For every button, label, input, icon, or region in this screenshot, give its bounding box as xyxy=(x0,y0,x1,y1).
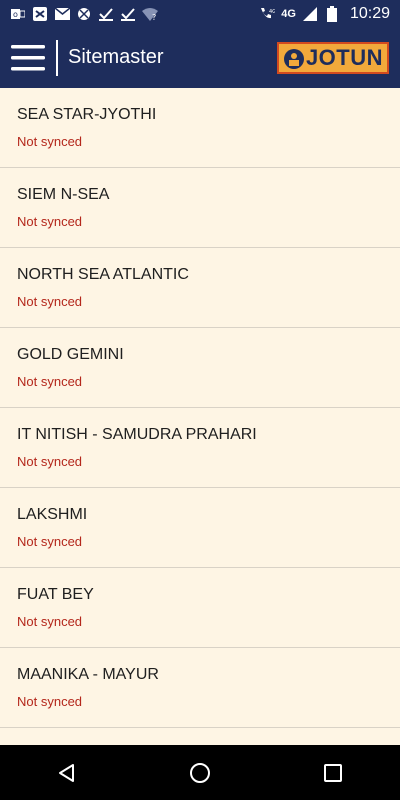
item-name: MAANIKA - MAYUR xyxy=(17,666,159,683)
list-item[interactable]: FUAT BEY Not synced xyxy=(0,568,400,648)
svg-text:?: ? xyxy=(152,13,156,21)
list-item[interactable]: MAANIKA - MAYUR Not synced xyxy=(0,648,400,728)
sync-status: Not synced xyxy=(17,214,83,229)
home-icon xyxy=(189,762,210,783)
notification-icons: o ? xyxy=(10,6,158,22)
shuffle-icon xyxy=(32,6,48,22)
system-nav-bar xyxy=(0,745,400,800)
sync-status: Not synced xyxy=(17,694,83,709)
sync-status: Not synced xyxy=(17,614,83,629)
list-item[interactable]: IT NITISH - SAMUDRA PRAHARI Not synced xyxy=(0,408,400,488)
recents-icon xyxy=(324,763,343,782)
svg-text:4G: 4G xyxy=(269,9,275,15)
site-list: SEA STAR-JYOTHI Not synced SIEM N-SEA No… xyxy=(0,88,400,745)
outlook-icon: o xyxy=(10,6,26,22)
hamburger-icon xyxy=(11,44,45,70)
volte-call-icon: 4G xyxy=(259,6,275,22)
list-item[interactable]: GOLD GEMINI Not synced xyxy=(0,328,400,408)
wifi-question-icon: ? xyxy=(142,6,158,22)
logo-text: JOTUN xyxy=(305,44,383,70)
title-divider xyxy=(56,39,58,76)
page-title: Sitemaster xyxy=(68,46,164,68)
sync-status: Not synced xyxy=(17,534,83,549)
item-name: LAKSHMI xyxy=(17,506,88,523)
signal-icon xyxy=(302,6,318,22)
sync-status: Not synced xyxy=(17,374,83,389)
app-icon xyxy=(76,6,92,22)
menu-button[interactable] xyxy=(0,27,56,88)
list-item[interactable]: NORTH SEA ATLANTIC Not synced xyxy=(0,248,400,328)
back-button[interactable] xyxy=(37,745,97,800)
app-bar: Sitemaster JOTUN xyxy=(0,27,400,88)
jotun-mark-icon xyxy=(284,48,304,69)
list-item[interactable]: SEA STAR-JYOTHI Not synced xyxy=(0,88,400,168)
mail-icon xyxy=(54,6,70,22)
network-label: 4G xyxy=(281,7,296,20)
sync-status: Not synced xyxy=(17,134,83,149)
check-icon xyxy=(120,6,136,22)
jotun-logo: JOTUN xyxy=(277,41,389,74)
status-bar: o ? 4G 4G 10:29 xyxy=(0,0,400,27)
sync-status: Not synced xyxy=(17,294,83,309)
battery-icon xyxy=(324,5,340,22)
list-item[interactable]: LAKSHMI Not synced xyxy=(0,488,400,568)
clock: 10:29 xyxy=(349,4,390,22)
system-icons: 4G 4G 10:29 xyxy=(259,5,390,23)
item-name: NORTH SEA ATLANTIC xyxy=(17,266,189,283)
list-item[interactable]: SIEM N-SEA Not synced xyxy=(0,168,400,248)
item-name: FUAT BEY xyxy=(17,586,94,603)
svg-text:o: o xyxy=(13,10,18,19)
item-name: SIEM N-SEA xyxy=(17,186,110,203)
recents-button[interactable] xyxy=(303,745,363,800)
back-icon xyxy=(58,763,74,782)
check-icon xyxy=(98,6,114,22)
item-name: GOLD GEMINI xyxy=(17,346,124,363)
item-name: IT NITISH - SAMUDRA PRAHARI xyxy=(17,426,257,443)
home-button[interactable] xyxy=(170,745,230,800)
sync-status: Not synced xyxy=(17,454,83,469)
item-name: SEA STAR-JYOTHI xyxy=(17,106,157,123)
